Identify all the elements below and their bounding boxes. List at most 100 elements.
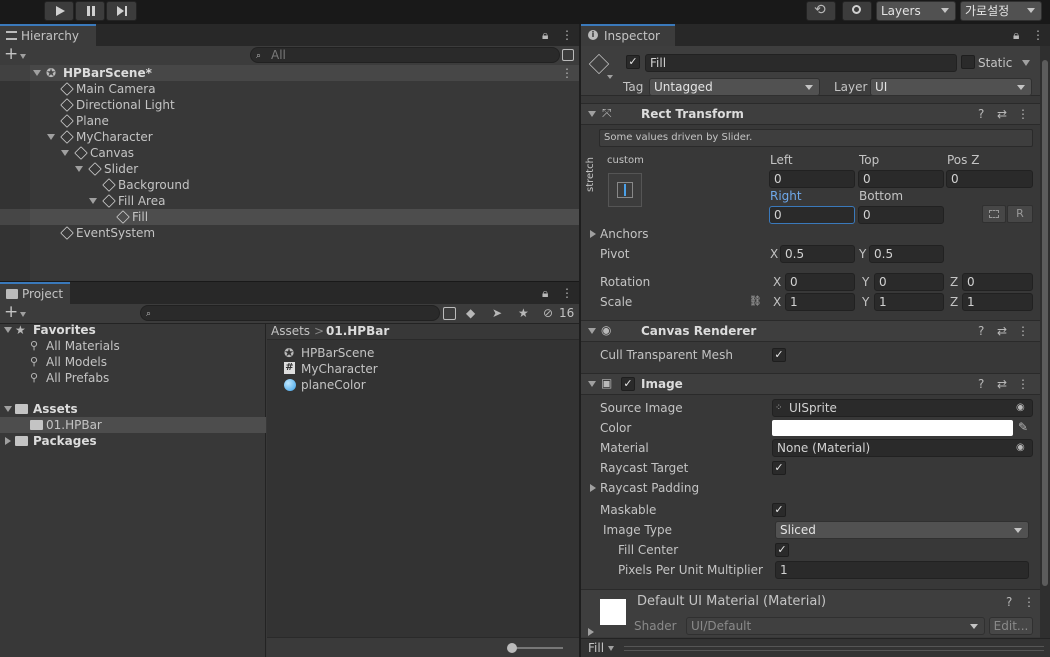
hierarchy-item[interactable]: Directional Light (0, 97, 579, 113)
hierarchy-item[interactable]: Slider (0, 161, 579, 177)
help-icon[interactable]: ? (978, 377, 984, 391)
play-button[interactable] (44, 1, 74, 21)
collapse-arrow-icon[interactable] (588, 111, 596, 117)
hierarchy-item-selected[interactable]: Fill (0, 209, 579, 225)
kebab-menu-icon[interactable]: ⋮ (561, 286, 573, 300)
breadcrumb-current[interactable]: 01.HPBar (326, 323, 389, 339)
favorite-icon[interactable]: ★ (518, 306, 529, 320)
expand-arrow-icon[interactable] (4, 406, 12, 412)
help-icon[interactable]: ? (978, 107, 984, 121)
hierarchy-search-input[interactable]: All (250, 47, 560, 63)
hierarchy-item[interactable]: Canvas (0, 145, 579, 161)
tab-inspector[interactable]: i Inspector (581, 24, 675, 46)
zoom-slider-thumb[interactable] (507, 643, 517, 653)
edit-shader-button[interactable]: Edit... (989, 617, 1033, 635)
inspector-scrollbar[interactable] (1040, 46, 1050, 638)
constrain-proportions-icon[interactable]: ⛓︎ (749, 295, 762, 309)
component-menu-icon[interactable]: ⋮ (1017, 377, 1029, 391)
scale-x-field[interactable]: 1 (785, 293, 855, 311)
layout-dropdown[interactable]: 가로설정 (960, 1, 1042, 21)
pivot-y-field[interactable]: 0.5 (869, 245, 944, 263)
folder-01-hpbar[interactable]: 01.HPBar (0, 417, 266, 433)
presets-icon[interactable]: ⇄ (997, 377, 1007, 391)
hierarchy-item[interactable]: Background (0, 177, 579, 193)
label-icon[interactable]: ➤ (492, 306, 502, 320)
hierarchy-item[interactable]: EventSystem (0, 225, 579, 241)
scene-row[interactable]: ✪ HPBarScene* ⋮ (0, 65, 579, 81)
top-field[interactable]: 0 (858, 170, 944, 188)
image-type-dropdown[interactable]: Sliced (775, 521, 1029, 539)
component-menu-icon[interactable]: ⋮ (1017, 324, 1029, 338)
hierarchy-item[interactable]: Main Camera (0, 81, 579, 97)
image-enabled-checkbox[interactable]: ✓ (621, 377, 635, 391)
search-button[interactable] (842, 1, 872, 21)
hierarchy-item[interactable]: Fill Area (0, 193, 579, 209)
object-name-field[interactable]: Fill (645, 54, 957, 72)
lock-icon[interactable]: 🔒︎ (1013, 28, 1019, 42)
expand-arrow-icon[interactable] (75, 166, 83, 172)
left-field[interactable]: 0 (769, 170, 855, 188)
packages-row[interactable]: Packages (0, 433, 266, 449)
pause-button[interactable] (75, 1, 105, 21)
assets-row[interactable]: Assets (0, 401, 266, 417)
material-menu-icon[interactable]: ⋮ (1023, 595, 1035, 609)
image-header[interactable]: ▣ ✓ Image ? ⇄ ⋮ (581, 373, 1040, 395)
expand-arrow-icon[interactable] (33, 70, 41, 76)
posz-field[interactable]: 0 (946, 170, 1033, 188)
kebab-menu-icon[interactable]: ⋮ (1032, 28, 1044, 42)
static-checkbox[interactable] (961, 55, 975, 69)
raw-edit-button[interactable]: R (1007, 205, 1033, 223)
kebab-menu-icon[interactable]: ⋮ (561, 28, 573, 42)
project-search-input[interactable] (140, 305, 440, 321)
hidden-packages-icon[interactable]: ⊘ (543, 306, 553, 320)
expand-arrow-icon[interactable] (89, 198, 97, 204)
scene-menu-icon[interactable]: ⋮ (561, 66, 573, 80)
lock-icon[interactable]: 🔒︎ (542, 28, 548, 42)
canvas-renderer-header[interactable]: ◉ Canvas Renderer ? ⇄ ⋮ (581, 320, 1040, 342)
ppu-field[interactable]: 1 (775, 561, 1029, 579)
preview-object-label[interactable]: Fill (588, 640, 604, 656)
raycast-padding-label[interactable]: Raycast Padding (600, 480, 699, 496)
expand-arrow-icon[interactable] (588, 628, 594, 636)
help-icon[interactable]: ? (978, 324, 984, 338)
pivot-x-field[interactable]: 0.5 (780, 245, 855, 263)
filter-type-icon[interactable]: ◆ (466, 306, 475, 320)
fill-center-checkbox[interactable]: ✓ (775, 543, 789, 557)
shader-dropdown[interactable]: UI/Default (686, 617, 985, 635)
object-picker-icon[interactable]: ◉ (1016, 401, 1025, 415)
rotation-z-field[interactable]: 0 (962, 273, 1033, 291)
collapse-arrow-icon[interactable] (588, 381, 596, 387)
object-picker-icon[interactable]: ◉ (1016, 441, 1025, 455)
cull-checkbox[interactable]: ✓ (772, 348, 786, 362)
favorites-row[interactable]: ★ Favorites (0, 322, 266, 338)
hierarchy-item[interactable]: MyCharacter (0, 129, 579, 145)
active-checkbox[interactable]: ✓ (626, 55, 640, 69)
rotation-y-field[interactable]: 0 (874, 273, 944, 291)
expand-arrow-icon[interactable] (590, 484, 596, 492)
asset-item[interactable]: ✪ HPBarScene (267, 345, 579, 361)
search-by-type-icon[interactable] (443, 307, 456, 320)
step-button[interactable] (106, 1, 137, 21)
favorites-item[interactable]: ⚲ All Models (0, 354, 266, 370)
expand-arrow-icon[interactable] (4, 327, 12, 333)
favorites-item[interactable]: ⚲ All Materials (0, 338, 266, 354)
scene-visibility-icon[interactable] (562, 49, 574, 61)
expand-arrow-icon[interactable] (61, 150, 69, 156)
expand-arrow-icon[interactable] (47, 134, 55, 140)
expand-arrow-icon[interactable] (590, 230, 596, 238)
bottom-field[interactable]: 0 (858, 206, 944, 224)
anchor-presets-button[interactable] (608, 173, 642, 207)
component-menu-icon[interactable]: ⋮ (1017, 107, 1029, 121)
preview-resize-handle[interactable] (624, 646, 1044, 651)
tag-dropdown[interactable]: Untagged (649, 78, 820, 96)
presets-icon[interactable]: ⇄ (997, 324, 1007, 338)
source-image-field[interactable]: UISprite (772, 399, 1033, 417)
blueprint-mode-button[interactable] (982, 205, 1006, 223)
layers-dropdown[interactable]: Layers (876, 1, 956, 21)
static-dropdown-icon[interactable] (1022, 60, 1030, 66)
color-swatch[interactable] (772, 420, 1013, 436)
lock-icon[interactable]: 🔒︎ (542, 286, 548, 300)
scrollbar-thumb[interactable] (1042, 60, 1048, 586)
anchors-label[interactable]: Anchors (600, 226, 649, 242)
collapse-arrow-icon[interactable] (588, 328, 596, 334)
